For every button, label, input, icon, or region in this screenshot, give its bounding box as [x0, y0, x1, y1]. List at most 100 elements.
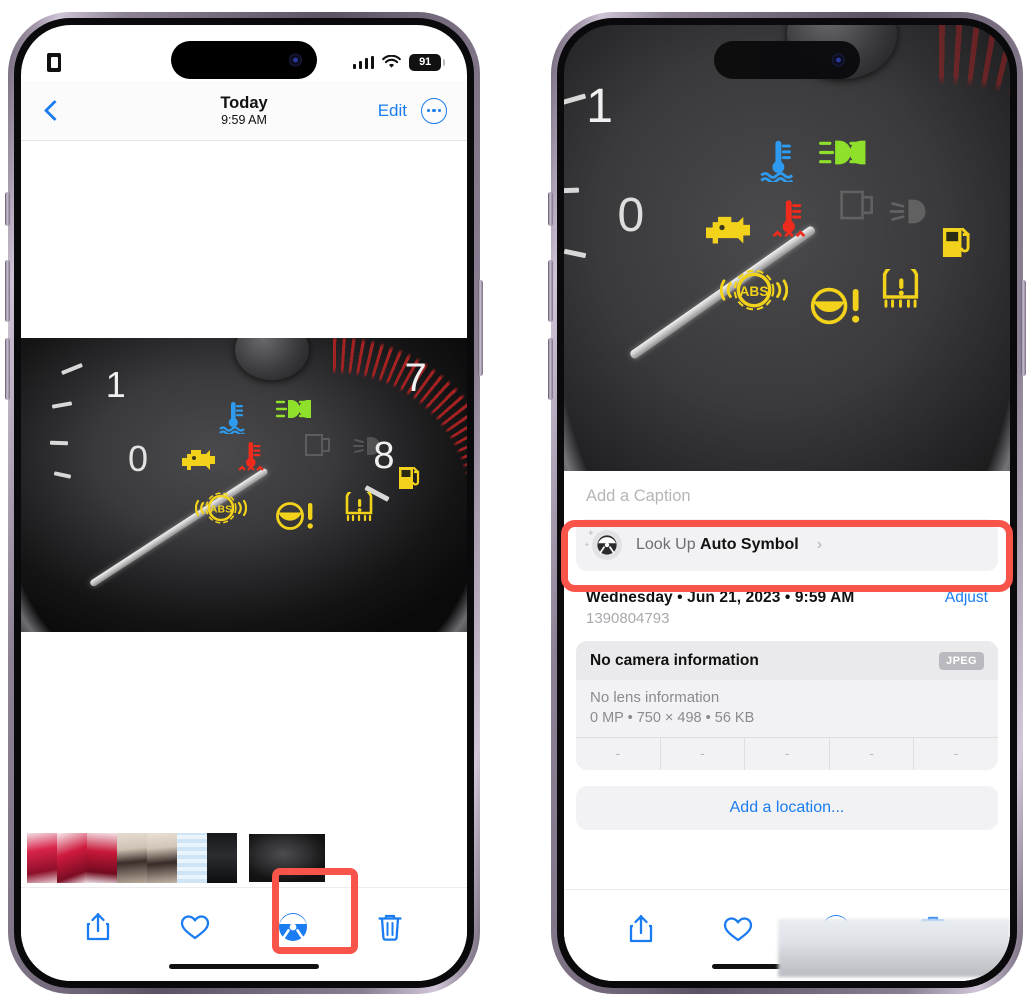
volume-down-button[interactable] — [5, 338, 10, 400]
left-phone-bezel: 91 Today 9:59 AM Edit 1 0 7 8 ABS — [14, 18, 474, 988]
battery-level-label: 91 — [419, 56, 431, 68]
page-subtitle: 9:59 AM — [221, 113, 267, 128]
chevron-left-icon[interactable] — [41, 100, 63, 122]
exif-cell: - — [659, 738, 745, 770]
cellular-bars-icon — [352, 55, 374, 69]
home-indicator[interactable] — [169, 964, 319, 969]
heart-icon[interactable] — [715, 906, 761, 952]
file-format-badge: JPEG — [939, 652, 984, 670]
tire-pressure-lamp — [883, 269, 919, 308]
engine-overheat-lamp — [238, 441, 265, 471]
steering-wheel-icon[interactable] — [270, 904, 316, 950]
mute-switch-button[interactable] — [548, 192, 553, 226]
front-camera-icon — [832, 53, 845, 67]
wifi-icon — [382, 55, 401, 68]
left-phone-screen: 91 Today 9:59 AM Edit 1 0 7 8 ABS — [21, 25, 467, 981]
ellipsis-circle-icon[interactable] — [421, 97, 447, 124]
door-ajar-lamp-off — [840, 190, 874, 220]
gauge-number-1: 1 — [105, 364, 126, 406]
coolant-temperature-low-lamp — [760, 140, 794, 182]
mute-switch-button[interactable] — [5, 192, 10, 226]
gauge-number-0: 0 — [128, 437, 149, 479]
steering-wheel-icon: ✦ ✦ — [584, 528, 622, 560]
power-steering-lamp — [811, 287, 860, 325]
door-ajar-lamp-off — [304, 434, 330, 457]
photo-detail-sheet: Add a Caption ✦ ✦ Look Up Auto Symbol › … — [564, 471, 1010, 981]
edit-button[interactable]: Edit — [378, 101, 407, 121]
camera-information-title: No camera information — [590, 652, 759, 669]
volume-down-button[interactable] — [548, 338, 553, 400]
tire-pressure-lamp — [345, 492, 373, 522]
look-up-auto-symbol-row[interactable]: ✦ ✦ Look Up Auto Symbol › — [576, 519, 998, 571]
dynamic-island[interactable] — [171, 41, 317, 79]
front-camera-icon — [289, 53, 302, 67]
look-up-label: Look Up Auto Symbol — [636, 536, 799, 554]
look-up-subject: Auto Symbol — [700, 536, 799, 553]
thumbnail-roses-2[interactable] — [57, 833, 87, 883]
low-beam-lamp-off — [353, 437, 381, 456]
gauge-number-7: 7 — [404, 355, 427, 400]
page-title: Today — [220, 93, 268, 112]
right-phone-bezel: 1 0 ABS Add a Caption ✦ ✦ Look Up Auto S… — [557, 18, 1017, 988]
exif-cell: - — [615, 746, 620, 761]
abs-lamp: ABS — [720, 269, 789, 311]
nav-title-group: Today 9:59 AM — [220, 94, 267, 127]
car-dashboard-warning-lights-photo-zoomed[interactable]: 1 0 ABS — [564, 25, 1010, 477]
high-beam-lamp — [276, 400, 312, 419]
exif-values-row: - - - - - — [576, 737, 998, 770]
thumbnail-device[interactable] — [207, 833, 237, 883]
low-fuel-lamp — [398, 467, 419, 490]
sim-card-icon — [47, 52, 61, 72]
car-dashboard-warning-lights-photo[interactable]: 1 0 7 8 ABS — [21, 338, 467, 632]
share-icon[interactable] — [75, 904, 121, 950]
thumbnail-person-1[interactable] — [117, 833, 147, 883]
camera-information-body: No lens information 0 MP • 750 × 498 • 5… — [576, 680, 998, 737]
abs-lamp: ABS — [194, 492, 247, 524]
dynamic-island[interactable] — [714, 41, 860, 79]
photo-filmstrip[interactable] — [21, 829, 467, 887]
power-button[interactable] — [478, 280, 483, 376]
heart-icon[interactable] — [172, 904, 218, 950]
asset-id-label: 1390804793 — [586, 610, 670, 627]
coolant-temperature-low-lamp — [219, 401, 246, 434]
chevron-right-icon: › — [816, 536, 823, 553]
power-steering-lamp — [276, 501, 314, 530]
engine-overheat-lamp — [773, 200, 806, 238]
navigation-bar: Today 9:59 AM Edit — [21, 81, 467, 141]
redaction-overlay — [778, 919, 1010, 977]
exif-cell: - — [828, 738, 914, 770]
photo-viewer[interactable]: 1 0 7 8 ABS — [21, 141, 467, 829]
share-icon[interactable] — [618, 906, 664, 952]
left-iphone-device: 91 Today 9:59 AM Edit 1 0 7 8 ABS — [5, 12, 483, 994]
svg-text:ABS: ABS — [210, 504, 232, 516]
photo-date-row: Wednesday • Jun 21, 2023 • 9:59 AM Adjus… — [564, 571, 1010, 607]
sparkle-icon: ✦ — [584, 542, 590, 549]
trash-icon[interactable] — [367, 904, 413, 950]
svg-text:ABS: ABS — [740, 284, 769, 299]
power-button[interactable] — [1021, 280, 1026, 376]
thumbnail-dashboard-selected[interactable] — [248, 833, 326, 883]
lens-information-label: No lens information — [590, 689, 720, 706]
thumbnail-person-2[interactable] — [147, 833, 177, 883]
thumbnail-roses-3[interactable] — [87, 833, 117, 883]
camera-information-header: No camera information JPEG — [576, 641, 998, 680]
exif-cell: - — [913, 738, 998, 770]
volume-up-button[interactable] — [548, 260, 553, 322]
gauge-number-1: 1 — [586, 80, 613, 134]
high-beam-lamp — [819, 140, 866, 165]
low-fuel-lamp — [942, 227, 970, 257]
right-phone-screen: 1 0 ABS Add a Caption ✦ ✦ Look Up Auto S… — [564, 25, 1010, 981]
look-up-prefix: Look Up — [636, 536, 701, 553]
battery-indicator: 91 — [409, 53, 445, 71]
gauge-number-0: 0 — [617, 188, 645, 242]
volume-up-button[interactable] — [5, 260, 10, 322]
camera-information-card: No camera information JPEG No lens infor… — [576, 641, 998, 770]
add-location-button[interactable]: Add a location... — [576, 786, 998, 830]
photo-date-label: Wednesday • Jun 21, 2023 • 9:59 AM — [586, 589, 855, 606]
check-engine-lamp — [706, 217, 751, 244]
image-specs-label: 0 MP • 750 × 498 • 56 KB — [590, 710, 755, 726]
thumbnail-roses-1[interactable] — [27, 833, 57, 883]
adjust-button[interactable]: Adjust — [945, 589, 988, 607]
thumbnail-calendar[interactable] — [177, 833, 207, 883]
caption-input[interactable]: Add a Caption — [564, 471, 1010, 519]
